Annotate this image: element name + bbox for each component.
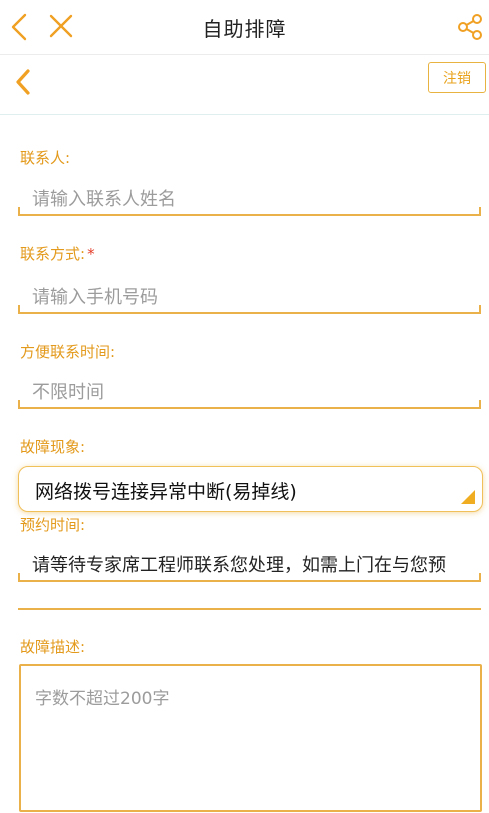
contact-time-input[interactable]: 不限时间 <box>18 371 481 409</box>
contact-phone-input[interactable]: 请输入手机号码 <box>18 276 481 314</box>
contact-phone-label: 联系方式: * <box>20 243 95 264</box>
input-underline <box>18 580 481 582</box>
description-placeholder: 字数不超过200字 <box>35 689 170 709</box>
required-mark: * <box>87 245 95 263</box>
underline-tick-left <box>18 305 20 314</box>
page-title: 自助排障 <box>202 17 287 41</box>
input-underline <box>18 312 481 314</box>
appointment-value: 请等待专家席工程师联系您处理，如需上门在与您预 <box>32 555 446 576</box>
underline-tick-left <box>18 207 20 216</box>
contact-name-input[interactable]: 请输入联系人姓名 <box>18 178 481 216</box>
contact-phone-placeholder: 请输入手机号码 <box>32 287 158 308</box>
contact-phone-label-text: 联系方式: <box>20 245 86 263</box>
appointment-field[interactable]: 请等待专家席工程师联系您处理，如需上门在与您预 <box>18 544 481 582</box>
chevron-left-icon[interactable] <box>12 67 34 97</box>
underline-tick-right <box>479 305 481 314</box>
fault-type-selected-value: 网络拨号连接异常中断(易掉线) <box>35 481 297 503</box>
description-textarea[interactable]: 字数不超过200字 <box>19 664 482 812</box>
appointment-label: 预约时间: <box>20 516 86 534</box>
underline-tick-right <box>479 400 481 409</box>
top-navigation-bar: 自助排障 <box>0 0 489 55</box>
section-divider <box>18 608 481 610</box>
contact-time-label: 方便联系时间: <box>20 343 116 361</box>
underline-tick-right <box>479 573 481 582</box>
underline-tick-right <box>479 207 481 216</box>
input-underline <box>18 214 481 216</box>
share-icon[interactable] <box>455 12 485 42</box>
underline-tick-left <box>18 573 20 582</box>
contact-name-placeholder: 请输入联系人姓名 <box>32 189 176 210</box>
fault-type-select[interactable]: 网络拨号连接异常中断(易掉线) <box>18 466 483 512</box>
underline-tick-left <box>18 400 20 409</box>
description-label: 故障描述: <box>20 638 86 656</box>
logout-button[interactable]: 注销 <box>428 62 486 93</box>
input-underline <box>18 407 481 409</box>
contact-name-label: 联系人: <box>20 149 71 167</box>
contact-time-value: 不限时间 <box>32 382 104 403</box>
secondary-bar: 注销 <box>0 55 489 115</box>
dropdown-corner-icon <box>461 490 475 504</box>
fault-type-label: 故障现象: <box>20 438 86 456</box>
